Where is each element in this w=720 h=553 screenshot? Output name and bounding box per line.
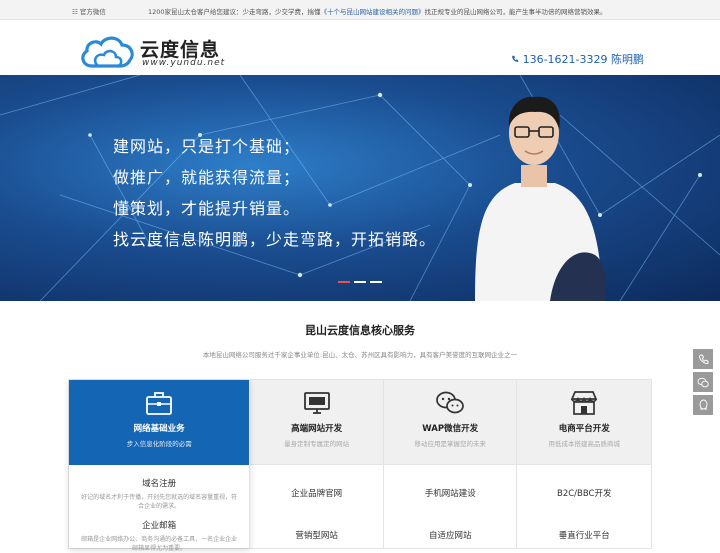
card-title: 网络基础业务 bbox=[133, 424, 185, 434]
service-card-website-dev[interactable]: 高端网站开发 量身定制专属定的网站 企业品牌官网 营销型网站 bbox=[250, 380, 384, 548]
card-desc: 用低成本搭建高品质商城 bbox=[548, 440, 620, 448]
enterprise-mail-desc: 邮箱是企业网络办公、商务沟通的必备工具，一名企业企业邮箱显得尤为重要。 bbox=[81, 536, 238, 552]
slogan-line-3: 懂策划，才能提升销量。 bbox=[113, 199, 301, 218]
official-wechat-link[interactable]: ☷ 官方微信 bbox=[72, 6, 106, 16]
phone-number: 136-1621-3329 陈明鹏 bbox=[522, 53, 644, 66]
side-toolbar bbox=[693, 349, 713, 415]
enterprise-mail-title[interactable]: 企业邮箱 bbox=[69, 519, 249, 531]
notice-suffix: 找正规专业的昆山网络公司，能产生事半功倍的网络营销效果。 bbox=[424, 8, 607, 16]
wechat-icon bbox=[436, 391, 465, 414]
service-card-wap-wechat[interactable]: WAP微信开发 移动应用是掌握您的未来 手机网站建设 自适应网站 bbox=[383, 380, 518, 548]
service-item-marketing-site[interactable]: 营销型网站 bbox=[250, 529, 383, 541]
domain-register-title[interactable]: 域名注册 bbox=[69, 477, 249, 489]
card-header: 高端网站开发 量身定制专属定的网站 bbox=[250, 380, 383, 465]
card-title: WAP微信开发 bbox=[422, 424, 479, 434]
card-desc: 步入信息化阶段的必需 bbox=[126, 440, 192, 448]
monitor-icon bbox=[303, 392, 330, 414]
site-header: 云度信息 www.yundu.net 136-1621-3329 陈明鹏 首页 … bbox=[0, 20, 720, 89]
slider-dots bbox=[338, 281, 382, 283]
card-header: 网络基础业务 步入信息化阶段的必需 bbox=[69, 380, 250, 465]
slider-dot-1[interactable] bbox=[338, 281, 350, 283]
service-item-b2c[interactable]: B2C/BBC开发 bbox=[517, 487, 651, 499]
top-bar: ☷ 官方微信 1200家昆山太仓客户给您建议：少走弯路，少交学费，揣懂《十个与昆… bbox=[0, 0, 720, 20]
service-item-responsive-site[interactable]: 自适应网站 bbox=[384, 529, 517, 541]
spokesperson-photo bbox=[475, 96, 606, 301]
phone-icon bbox=[698, 354, 708, 364]
phone-icon bbox=[511, 55, 518, 62]
card-title: 电商平台开发 bbox=[558, 424, 610, 434]
card-header: WAP微信开发 移动应用是掌握您的未来 bbox=[383, 380, 517, 465]
chat-tool-button[interactable] bbox=[693, 372, 713, 392]
service-item-mobile-site[interactable]: 手机网站建设 bbox=[384, 487, 517, 499]
slogan-line-1: 建网站，只是打个基础； bbox=[113, 137, 301, 156]
notice-text: 1200家昆山太仓客户给您建议：少走弯路，少交学费，揣懂《十个与昆山网站建设相关… bbox=[148, 6, 607, 16]
service-card-ecommerce[interactable]: 电商平台开发 用低成本搭建高品质商城 B2C/BBC开发 垂直行业平台 bbox=[517, 380, 651, 548]
card-title: 高端网站开发 bbox=[291, 424, 343, 434]
phone-tool-button[interactable] bbox=[693, 349, 713, 369]
slogan-line-2: 做推广，就能获得流量； bbox=[113, 168, 301, 187]
domain-register-desc: 好记的域名才利于传播，开创先您就选的域名容量重视，符合企业的需求。 bbox=[81, 494, 238, 510]
card-desc: 量身定制专属定的网站 bbox=[284, 440, 350, 448]
shop-icon bbox=[570, 391, 598, 415]
slogan-line-4: 找云度信息陈明鹏，少走弯路，开拓销路。 bbox=[113, 230, 437, 249]
services-cards: 网络基础业务 步入信息化阶段的必需 域名注册 好记的域名才利于传播，开创先您就选… bbox=[68, 379, 652, 552]
briefcase-icon bbox=[146, 392, 173, 415]
qq-tool-button[interactable] bbox=[693, 395, 713, 415]
card-desc: 移动应用是掌握您的未来 bbox=[414, 440, 486, 448]
contact-phone: 136-1621-3329 陈明鹏 bbox=[511, 51, 644, 67]
chat-icon bbox=[697, 377, 709, 387]
service-card-network-basic[interactable]: 网络基础业务 步入信息化阶段的必需 域名注册 好记的域名才利于传播，开创先您就选… bbox=[69, 380, 251, 552]
slider-dot-2[interactable] bbox=[354, 281, 366, 283]
logo-url: www.yundu.net bbox=[142, 58, 226, 68]
service-item-brand-site[interactable]: 企业品牌官网 bbox=[250, 487, 383, 499]
notice-prefix: 1200家昆山太仓客户给您建议：少走弯路，少交学费，揣懂 bbox=[148, 8, 321, 16]
notice-link[interactable]: 《十个与昆山网站建设相关的问题》 bbox=[321, 8, 425, 16]
services-title: 昆山云度信息核心服务 bbox=[305, 324, 415, 337]
qq-icon bbox=[699, 399, 707, 410]
slider-dot-3[interactable] bbox=[370, 281, 382, 283]
service-item-vertical-platform[interactable]: 垂直行业平台 bbox=[517, 529, 651, 541]
hero-banner[interactable]: 建网站，只是打个基础； 做推广，就能获得流量； 懂策划，才能提升销量。 找云度信… bbox=[0, 75, 720, 301]
services-subtitle: 本地昆山网络公司服务过千家企事业单位:昆山、太仓、苏州区具有影响力，具有客户美誉… bbox=[202, 351, 518, 359]
card-header: 电商平台开发 用低成本搭建高品质商城 bbox=[517, 380, 651, 465]
